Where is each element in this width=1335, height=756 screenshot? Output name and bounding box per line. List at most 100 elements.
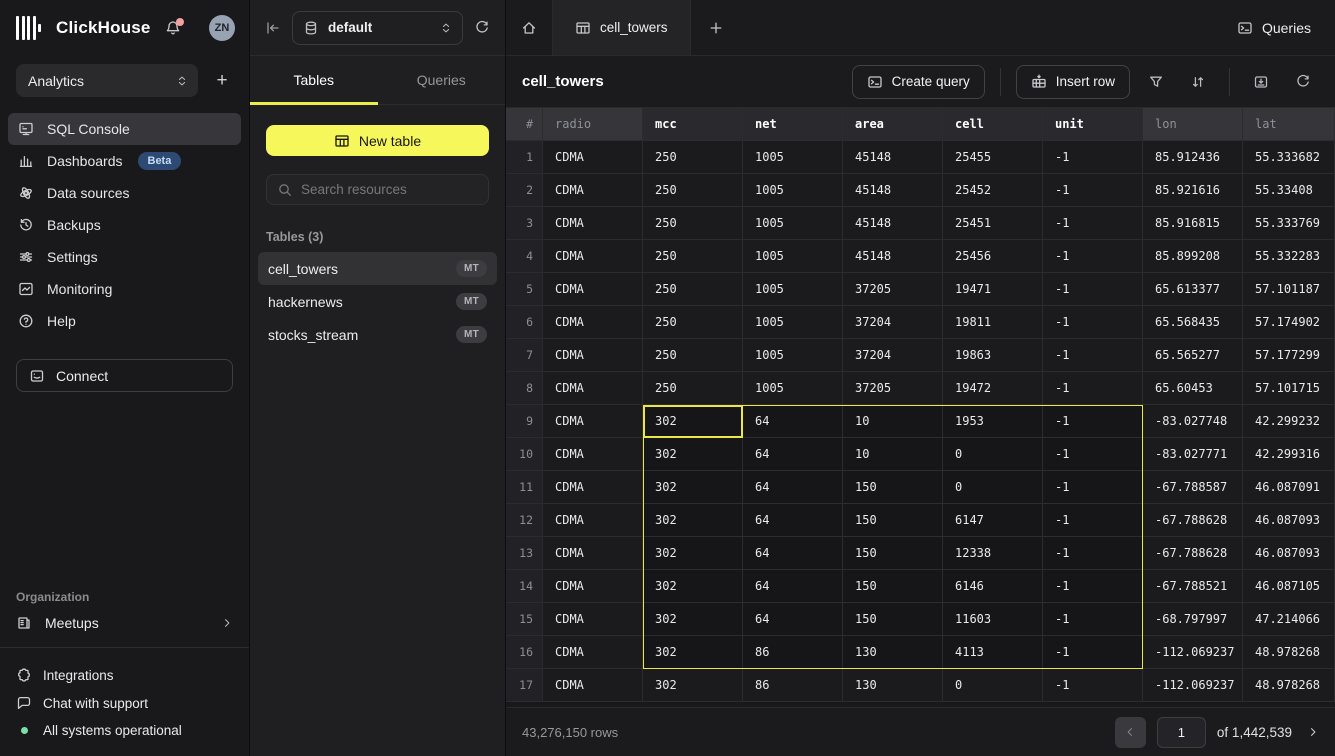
table-cell[interactable]: 1005 <box>743 207 843 240</box>
row-number[interactable]: 13 <box>506 537 543 570</box>
table-cell[interactable]: CDMA <box>543 438 643 471</box>
sidebar-item-chat-with-support[interactable]: Chat with support <box>0 689 249 717</box>
table-cell[interactable]: CDMA <box>543 471 643 504</box>
refresh-icon[interactable] <box>1287 66 1319 98</box>
table-cell[interactable]: -1 <box>1043 636 1143 669</box>
table-cell[interactable]: 25451 <box>943 207 1043 240</box>
queries-button[interactable]: Queries <box>1237 20 1311 36</box>
table-cell[interactable]: 64 <box>743 603 843 636</box>
row-number[interactable]: 17 <box>506 669 543 702</box>
table-cell[interactable]: 64 <box>743 504 843 537</box>
sidebar-item-help[interactable]: Help <box>8 305 241 337</box>
table-cell[interactable]: 302 <box>643 537 743 570</box>
row-number[interactable]: 9 <box>506 405 543 438</box>
table-cell[interactable]: -1 <box>1043 537 1143 570</box>
row-number[interactable]: 10 <box>506 438 543 471</box>
table-cell[interactable]: 19471 <box>943 273 1043 306</box>
table-cell[interactable]: CDMA <box>543 306 643 339</box>
table-cell[interactable]: 65.613377 <box>1143 273 1243 306</box>
table-cell[interactable]: -1 <box>1043 240 1143 273</box>
table-cell[interactable]: 37205 <box>843 273 943 306</box>
table-cell[interactable]: 85.912436 <box>1143 141 1243 174</box>
table-cell[interactable]: 85.921616 <box>1143 174 1243 207</box>
table-cell[interactable]: 55.333682 <box>1243 141 1335 174</box>
table-cell[interactable]: 302 <box>643 603 743 636</box>
table-cell[interactable]: 25456 <box>943 240 1043 273</box>
table-cell[interactable]: CDMA <box>543 174 643 207</box>
table-cell[interactable]: -67.788587 <box>1143 471 1243 504</box>
table-cell[interactable]: 86 <box>743 669 843 702</box>
table-cell[interactable]: 48.978268 <box>1243 669 1335 702</box>
row-number[interactable]: 1 <box>506 141 543 174</box>
row-number[interactable]: 8 <box>506 372 543 405</box>
sort-icon[interactable] <box>1182 66 1214 98</box>
table-cell[interactable]: 19863 <box>943 339 1043 372</box>
next-page-button[interactable] <box>1307 726 1319 738</box>
table-cell[interactable]: CDMA <box>543 339 643 372</box>
column-header-cell[interactable]: cell <box>943 108 1043 141</box>
table-cell[interactable]: 46.087091 <box>1243 471 1335 504</box>
table-cell[interactable]: 19811 <box>943 306 1043 339</box>
table-cell[interactable]: 46.087093 <box>1243 504 1335 537</box>
database-select[interactable]: default <box>292 11 463 45</box>
filter-icon[interactable] <box>1140 66 1172 98</box>
sidebar-item-all-systems-operational[interactable]: All systems operational <box>0 717 249 744</box>
table-cell[interactable]: 45148 <box>843 141 943 174</box>
sidebar-item-monitoring[interactable]: Monitoring <box>8 273 241 305</box>
table-cell[interactable]: 1005 <box>743 339 843 372</box>
table-cell[interactable]: 45148 <box>843 240 943 273</box>
table-cell[interactable]: 0 <box>943 471 1043 504</box>
table-cell[interactable]: -1 <box>1043 471 1143 504</box>
clickhouse-logo-icon[interactable] <box>16 16 41 40</box>
table-cell[interactable]: 0 <box>943 669 1043 702</box>
table-cell[interactable]: -1 <box>1043 438 1143 471</box>
column-header-lon[interactable]: lon <box>1143 108 1243 141</box>
row-number[interactable]: 7 <box>506 339 543 372</box>
table-cell[interactable]: -1 <box>1043 504 1143 537</box>
search-input[interactable] <box>301 182 478 197</box>
table-cell[interactable]: -68.797997 <box>1143 603 1243 636</box>
sidebar-item-settings[interactable]: Settings <box>8 241 241 273</box>
table-cell[interactable]: 57.177299 <box>1243 339 1335 372</box>
table-cell[interactable]: 48.978268 <box>1243 636 1335 669</box>
home-button[interactable] <box>506 0 553 55</box>
notifications-bell-icon[interactable] <box>165 20 181 36</box>
connect-button[interactable]: Connect <box>16 359 233 392</box>
row-number[interactable]: 15 <box>506 603 543 636</box>
table-cell[interactable]: CDMA <box>543 207 643 240</box>
table-cell[interactable]: 1005 <box>743 372 843 405</box>
table-cell[interactable]: 150 <box>843 570 943 603</box>
table-cell[interactable]: 6146 <box>943 570 1043 603</box>
table-cell[interactable]: CDMA <box>543 240 643 273</box>
table-cell[interactable]: -1 <box>1043 372 1143 405</box>
table-cell[interactable]: 65.568435 <box>1143 306 1243 339</box>
row-number[interactable]: 16 <box>506 636 543 669</box>
table-cell[interactable]: 85.899208 <box>1143 240 1243 273</box>
table-cell[interactable]: 64 <box>743 471 843 504</box>
row-number[interactable]: 2 <box>506 174 543 207</box>
table-cell[interactable]: 25452 <box>943 174 1043 207</box>
new-tab-button[interactable] <box>691 20 741 36</box>
table-cell[interactable]: 130 <box>843 669 943 702</box>
table-cell[interactable]: -1 <box>1043 273 1143 306</box>
table-cell[interactable]: 57.101187 <box>1243 273 1335 306</box>
tab-queries[interactable]: Queries <box>378 56 506 104</box>
create-query-button[interactable]: Create query <box>852 65 985 99</box>
table-cell[interactable]: 150 <box>843 471 943 504</box>
table-cell[interactable]: 64 <box>743 537 843 570</box>
table-cell[interactable]: 45148 <box>843 207 943 240</box>
table-cell[interactable]: 6147 <box>943 504 1043 537</box>
table-cell[interactable]: 302 <box>643 570 743 603</box>
table-cell[interactable]: -67.788628 <box>1143 504 1243 537</box>
table-cell[interactable]: 42.299232 <box>1243 405 1335 438</box>
table-cell[interactable]: 65.60453 <box>1143 372 1243 405</box>
table-cell[interactable]: 1005 <box>743 306 843 339</box>
table-cell[interactable]: 150 <box>843 603 943 636</box>
table-cell[interactable]: 150 <box>843 537 943 570</box>
table-cell[interactable]: CDMA <box>543 504 643 537</box>
table-cell[interactable]: 57.101715 <box>1243 372 1335 405</box>
row-number[interactable]: 12 <box>506 504 543 537</box>
table-cell[interactable]: -83.027748 <box>1143 405 1243 438</box>
table-cell[interactable]: -1 <box>1043 339 1143 372</box>
tab-cell-towers[interactable]: cell_towers <box>553 0 691 55</box>
